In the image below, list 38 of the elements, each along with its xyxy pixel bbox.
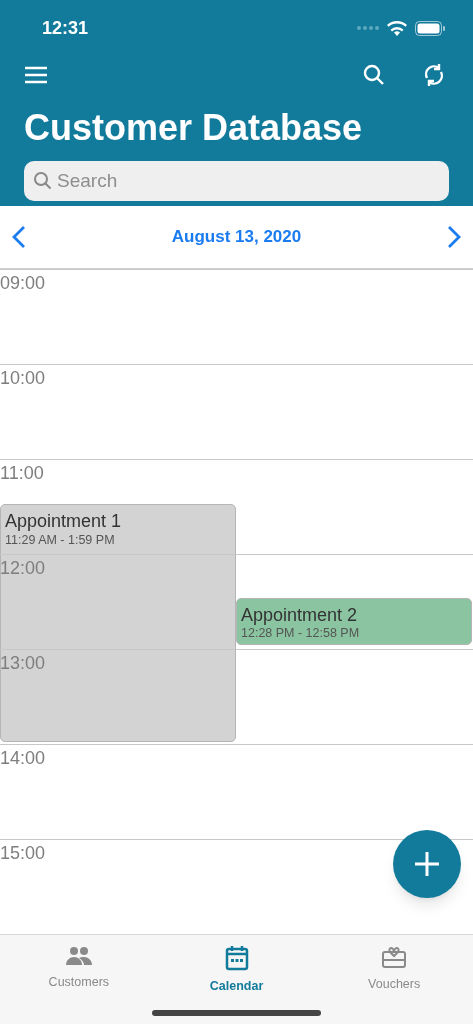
menu-button[interactable] [24, 66, 50, 84]
appointment-card[interactable]: Appointment 2 12:28 PM - 12:58 PM [236, 597, 472, 646]
calendar-icon [224, 944, 249, 971]
chevron-left-icon [12, 224, 26, 249]
wifi-icon [387, 20, 407, 36]
gift-card-icon [381, 944, 408, 969]
previous-day-button[interactable] [12, 224, 26, 249]
hour-label: 14:00 [0, 747, 46, 768]
sync-icon [423, 63, 445, 87]
hour-label: 13:00 [0, 652, 46, 673]
battery-icon [415, 20, 445, 36]
hour-label: 10:00 [0, 367, 46, 388]
next-day-button[interactable] [447, 224, 461, 249]
tab-bar-item[interactable]: Calendar [157, 944, 316, 1024]
appointment-title: Appointment 1 [5, 510, 123, 533]
search-icon [363, 64, 385, 86]
current-date: August 13, 2020 [171, 225, 302, 248]
tab-bar-item[interactable]: Customers [0, 944, 158, 1024]
menu-icon [24, 66, 48, 84]
tab-bar-item[interactable]: Vouchers [315, 944, 473, 1024]
plus-icon [414, 850, 440, 877]
add-button[interactable] [393, 829, 461, 898]
search-field[interactable]: Search [24, 161, 449, 201]
appointment-time: 12:28 PM - 12:58 PM [241, 626, 361, 642]
hour-label: 09:00 [0, 272, 46, 293]
hour-label: 15:00 [0, 842, 46, 863]
page-title: Customer Database [24, 110, 364, 146]
search-icon [33, 171, 53, 191]
search-button[interactable] [363, 64, 385, 86]
appointment-title: Appointment 2 [241, 603, 359, 627]
status-time: 12:31 [42, 16, 89, 40]
signal-icon [357, 26, 379, 30]
hour-label: 12:00 [0, 557, 46, 578]
hour-label: 11:00 [0, 462, 44, 483]
sync-button[interactable] [423, 63, 445, 87]
chevron-right-icon [447, 224, 461, 249]
people-icon [64, 944, 93, 967]
appointment-time: 11:29 AM - 1:59 PM [5, 532, 116, 549]
